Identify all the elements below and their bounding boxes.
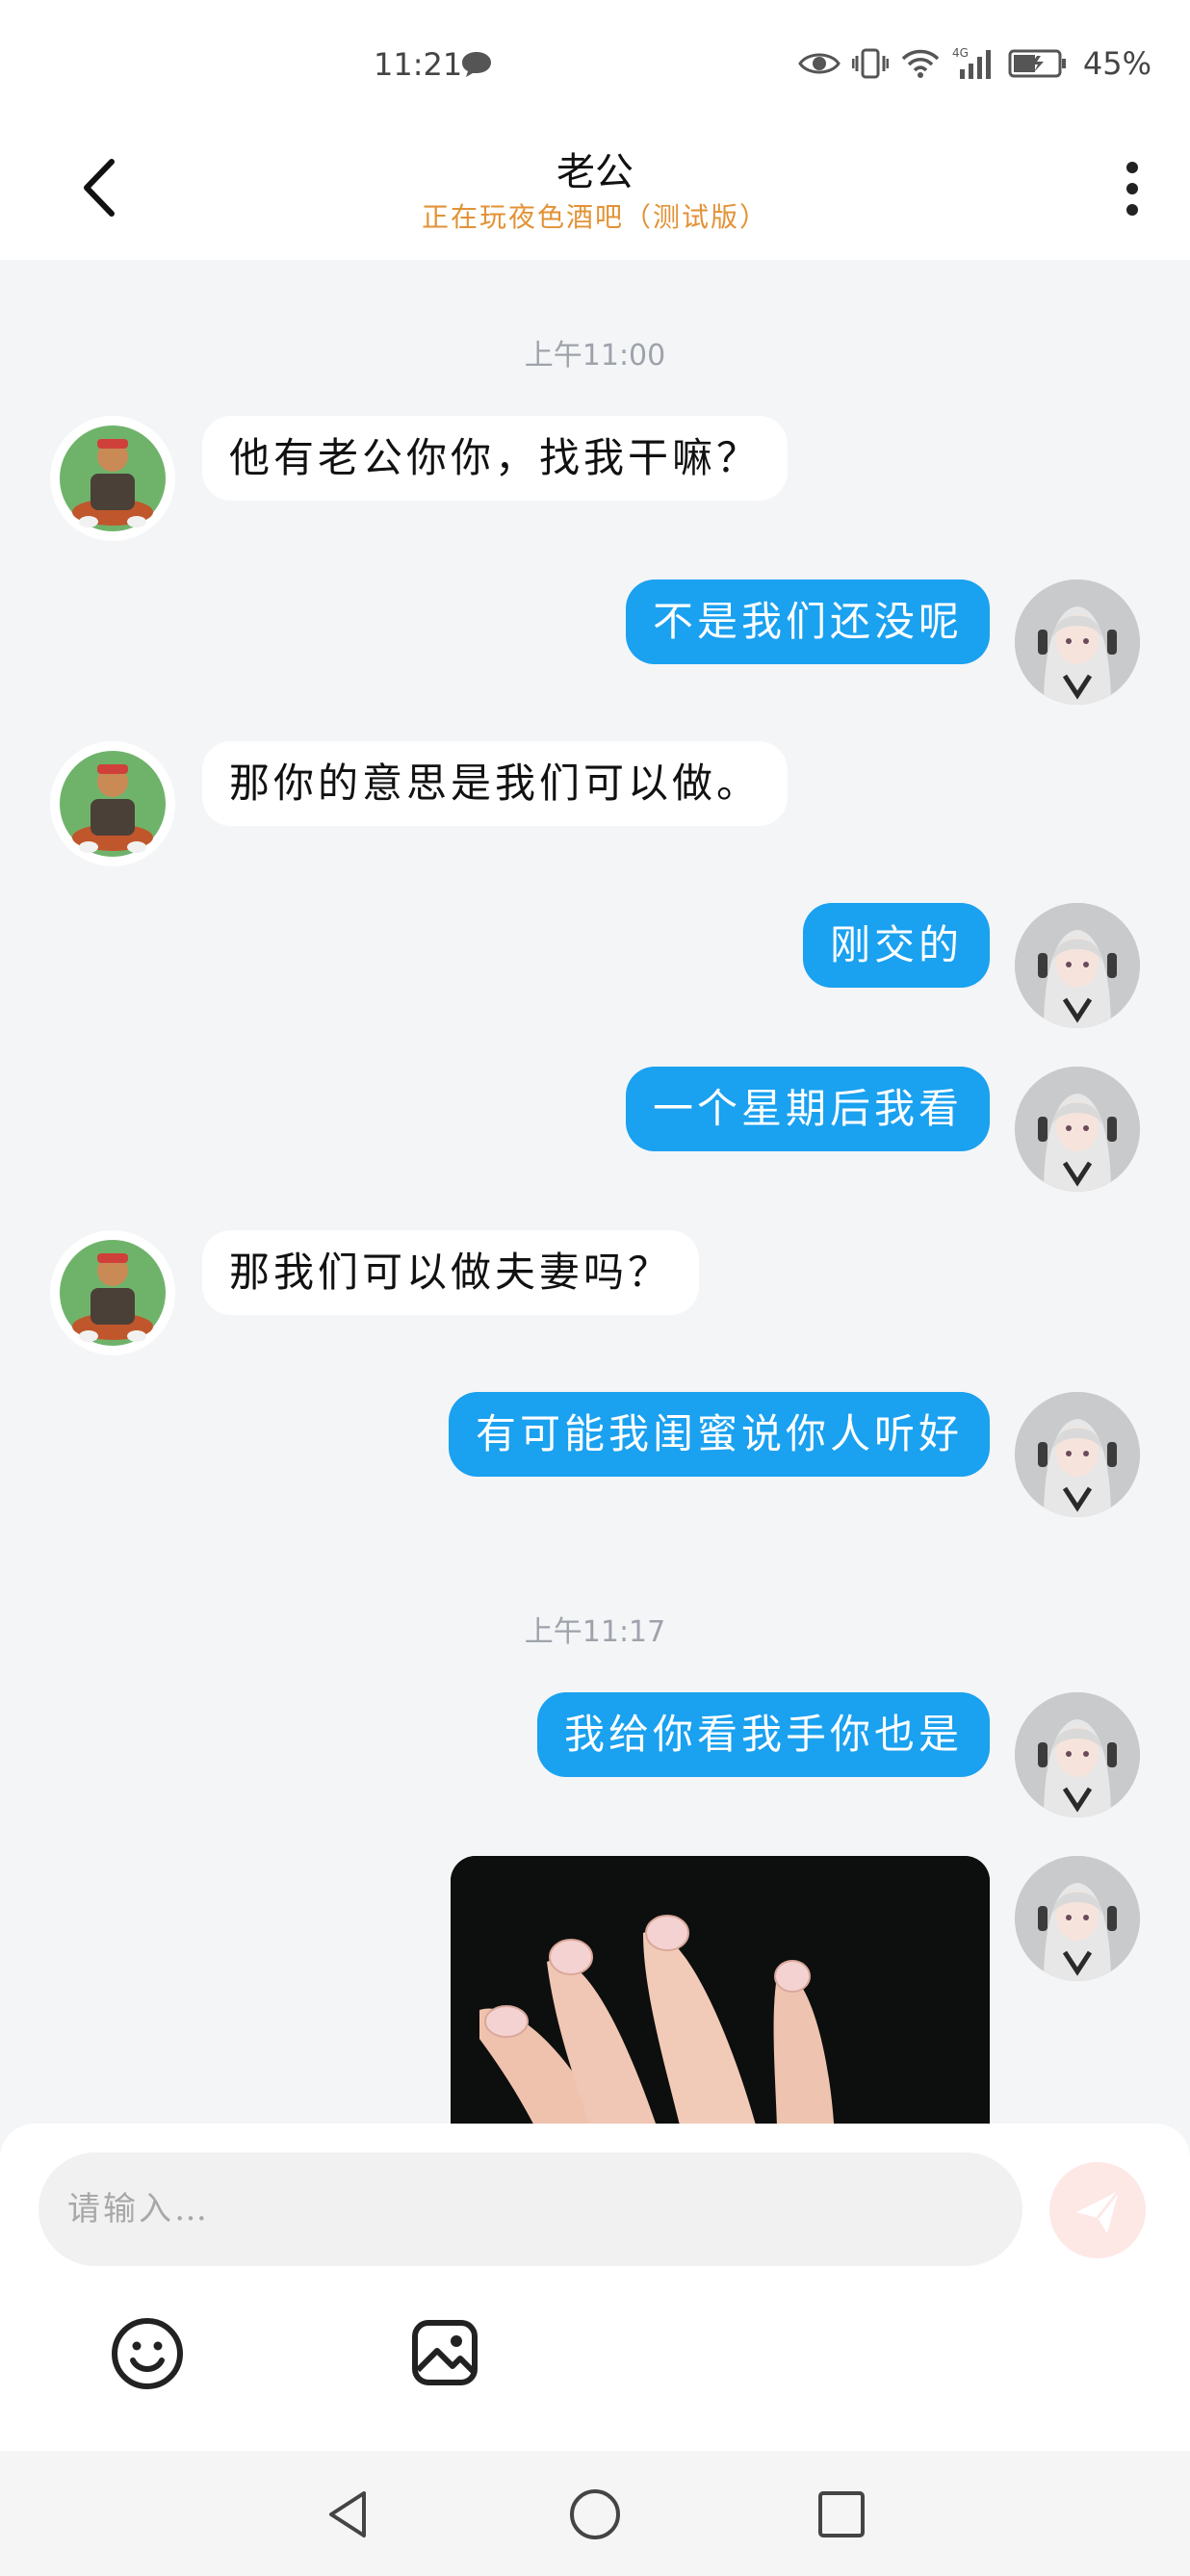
nav-back-icon[interactable] bbox=[320, 2486, 377, 2543]
message-list[interactable]: 上午11:00 他有老公你你，找我干嘛？ 不是我们还没呢 那你的意思是我们可以做… bbox=[0, 260, 1190, 2124]
contact-avatar-image bbox=[60, 1240, 166, 1346]
send-button[interactable] bbox=[1049, 2162, 1146, 2258]
contact-name: 老公 bbox=[556, 150, 634, 194]
my-avatar-image bbox=[1015, 1392, 1140, 1517]
svg-text:4G: 4G bbox=[952, 46, 969, 60]
paper-plane-icon bbox=[1076, 2190, 1121, 2233]
input-panel bbox=[0, 2124, 1190, 2451]
contact-avatar-image bbox=[60, 425, 166, 531]
image-message[interactable] bbox=[451, 1856, 990, 2124]
contact-avatar-image bbox=[60, 751, 166, 857]
chat-bubble-icon bbox=[462, 52, 491, 77]
wifi-icon bbox=[901, 49, 940, 78]
smiley-icon[interactable] bbox=[110, 2316, 185, 2391]
message-bubble-sent[interactable]: 一个星期后我看 bbox=[625, 1067, 990, 1151]
battery-icon bbox=[1008, 49, 1066, 78]
message-bubble-sent[interactable]: 我给你看我手你也是 bbox=[536, 1692, 990, 1777]
my-avatar[interactable] bbox=[1015, 1392, 1140, 1517]
status-time: 11:21 bbox=[374, 46, 463, 83]
hand-photo bbox=[451, 1856, 990, 2124]
my-avatar-image bbox=[1015, 1856, 1140, 1981]
message-bubble-sent[interactable]: 刚交的 bbox=[802, 903, 990, 988]
my-avatar[interactable] bbox=[1015, 1067, 1140, 1192]
message-bubble-received[interactable]: 那我们可以做夫妻吗？ bbox=[202, 1230, 700, 1315]
more-vertical-icon[interactable] bbox=[1113, 158, 1151, 219]
my-avatar-image bbox=[1015, 1692, 1140, 1817]
system-nav-bar bbox=[0, 2451, 1190, 2576]
contact-avatar[interactable] bbox=[50, 741, 175, 866]
contact-status: 正在玩夜色酒吧（测试版） bbox=[421, 201, 768, 233]
battery-percent: 45% bbox=[1082, 45, 1151, 82]
my-avatar[interactable] bbox=[1015, 903, 1140, 1028]
message-bubble-sent[interactable]: 有可能我闺蜜说你人听好 bbox=[448, 1392, 990, 1477]
nav-recent-apps-icon[interactable] bbox=[813, 2486, 870, 2543]
message-input[interactable] bbox=[39, 2152, 1022, 2266]
message-bubble-received[interactable]: 那你的意思是我们可以做。 bbox=[202, 741, 789, 826]
message-bubble-received[interactable]: 他有老公你你，找我干嘛？ bbox=[202, 416, 789, 501]
contact-avatar[interactable] bbox=[50, 1230, 175, 1355]
my-avatar[interactable] bbox=[1015, 1692, 1140, 1817]
eye-icon bbox=[798, 53, 841, 74]
my-avatar[interactable] bbox=[1015, 1856, 1140, 1981]
status-icons: 4G 45% bbox=[798, 42, 1151, 85]
my-avatar-image bbox=[1015, 1067, 1140, 1192]
chat-header: 老公 正在玩夜色酒吧（测试版） bbox=[0, 125, 1190, 260]
message-bubble-sent[interactable]: 不是我们还没呢 bbox=[625, 580, 990, 664]
image-icon[interactable] bbox=[410, 2318, 479, 2387]
my-avatar-image bbox=[1015, 903, 1140, 1028]
my-avatar-image bbox=[1015, 580, 1140, 705]
timestamp: 上午11:17 bbox=[524, 1615, 666, 1649]
vibrate-icon bbox=[851, 48, 889, 79]
timestamp: 上午11:00 bbox=[524, 339, 666, 373]
contact-avatar[interactable] bbox=[50, 416, 175, 541]
my-avatar[interactable] bbox=[1015, 580, 1140, 705]
nav-home-icon[interactable] bbox=[566, 2486, 624, 2543]
status-bar: 11:21 4G 45% bbox=[0, 0, 1190, 125]
signal-icon: 4G bbox=[952, 46, 991, 79]
